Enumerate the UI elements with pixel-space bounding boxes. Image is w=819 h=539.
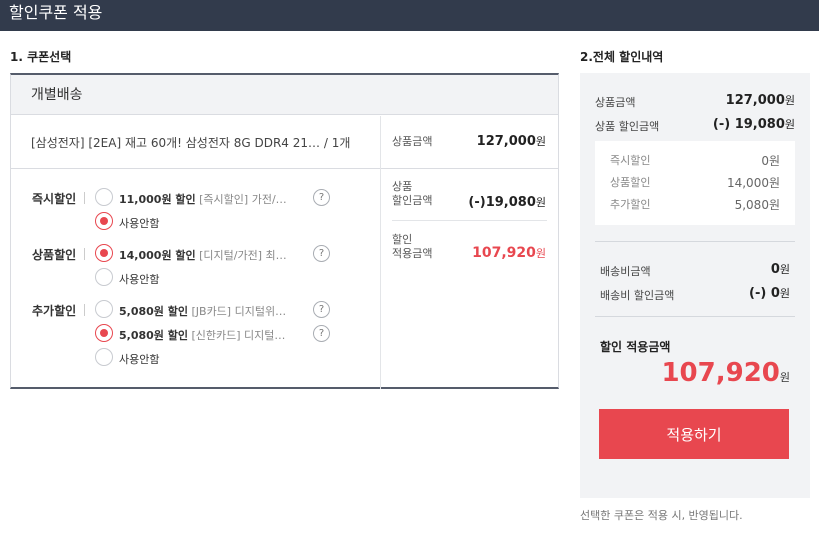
apply-button[interactable]: 적용하기 xyxy=(599,409,789,459)
radio-instant-11000[interactable] xyxy=(95,188,113,206)
divider xyxy=(595,316,795,317)
product-discount-value: (-)19,080원 xyxy=(468,195,546,210)
summary-product-discount-label: 상품 할인금액 xyxy=(595,120,660,133)
radio-product-14000[interactable] xyxy=(95,244,113,262)
divider xyxy=(84,192,85,204)
help-icon[interactable]: ? xyxy=(313,189,330,206)
help-icon[interactable]: ? xyxy=(313,245,330,262)
summary-product-discount-value: (-) 19,080원 xyxy=(712,117,795,132)
divider xyxy=(84,248,85,260)
product-row: [삼성전자] [2EA] 재고 60개! 삼성전자 8G DDR4 21… / … xyxy=(11,116,558,169)
category-label-product: 상품할인 xyxy=(32,248,77,262)
radio-instant-none[interactable] xyxy=(95,212,113,230)
total-discount-title: 2.전체 할인내역 xyxy=(580,50,664,64)
product-discount-label: 상품 할인금액 xyxy=(392,180,433,207)
summary-shipping-value: 0원 xyxy=(770,262,790,277)
coupon-select-title: 1. 쿠폰선택 xyxy=(10,50,72,64)
summary-shipping-discount-label: 배송비 할인금액 xyxy=(600,289,675,302)
divider xyxy=(595,241,795,242)
option-instant-none: 사용안함 xyxy=(119,217,160,230)
breakdown-label: 즉시할인 xyxy=(610,154,651,167)
category-label-additional: 추가할인 xyxy=(32,304,77,318)
product-price-label: 상품금액 xyxy=(392,135,433,148)
final-amount-label: 할인 적용금액 xyxy=(600,340,671,354)
option-product-none: 사용안함 xyxy=(119,273,160,286)
breakdown-value: 5,080원 xyxy=(734,198,780,212)
divider xyxy=(380,116,381,169)
divider xyxy=(84,304,85,316)
divider xyxy=(392,220,547,221)
summary-product-amount-label: 상품금액 xyxy=(595,96,636,109)
product-name: [삼성전자] [2EA] 재고 60개! 삼성전자 8G DDR4 21… / … xyxy=(31,136,351,150)
radio-additional-none[interactable] xyxy=(95,348,113,366)
divider xyxy=(380,169,381,389)
summary-shipping-discount-value: (-) 0원 xyxy=(749,286,790,301)
option-product-14000: 14,000원 할인 [디지털/가전] 최… xyxy=(119,249,287,262)
apply-footnote: 선택한 쿠폰은 적용 시, 반영됩니다. xyxy=(580,509,743,522)
radio-additional-jb[interactable] xyxy=(95,300,113,318)
shipping-group-header: 개별배송 xyxy=(11,75,558,115)
help-icon[interactable]: ? xyxy=(313,325,330,342)
summary-product-amount-value: 127,000원 xyxy=(725,93,795,108)
product-price-value: 127,000원 xyxy=(476,134,546,149)
breakdown-label: 상품할인 xyxy=(610,176,651,189)
window-title: 할인쿠폰 적용 xyxy=(0,0,819,31)
option-additional-none: 사용안함 xyxy=(119,353,160,366)
help-icon[interactable]: ? xyxy=(313,301,330,318)
summary-shipping-label: 배송비금액 xyxy=(600,265,651,278)
radio-additional-shinhan[interactable] xyxy=(95,324,113,342)
discount-breakdown: 즉시할인 0원 상품할인 14,000원 추가할인 5,080원 xyxy=(595,141,795,225)
total-discount-panel: 상품금액 127,000원 상품 할인금액 (-) 19,080원 즉시할인 0… xyxy=(580,73,810,498)
option-instant-11000: 11,000원 할인 [즉시할인] 가전/… xyxy=(119,193,287,206)
final-amount-value: 107,920원 xyxy=(661,358,790,388)
option-additional-jb: 5,080원 할인 [JB카드] 디지털위… xyxy=(119,305,287,318)
breakdown-value: 0원 xyxy=(761,154,780,168)
option-additional-shinhan: 5,080원 할인 [신한카드] 디지털… xyxy=(119,329,286,342)
radio-product-none[interactable] xyxy=(95,268,113,286)
breakdown-label: 추가할인 xyxy=(610,198,651,211)
coupon-select-panel: 개별배송 [삼성전자] [2EA] 재고 60개! 삼성전자 8G DDR4 2… xyxy=(10,73,559,389)
applied-amount-value: 107,920원 xyxy=(472,245,546,261)
breakdown-value: 14,000원 xyxy=(726,176,780,190)
category-label-instant: 즉시할인 xyxy=(32,192,77,206)
applied-amount-label: 할인 적용금액 xyxy=(392,233,433,260)
